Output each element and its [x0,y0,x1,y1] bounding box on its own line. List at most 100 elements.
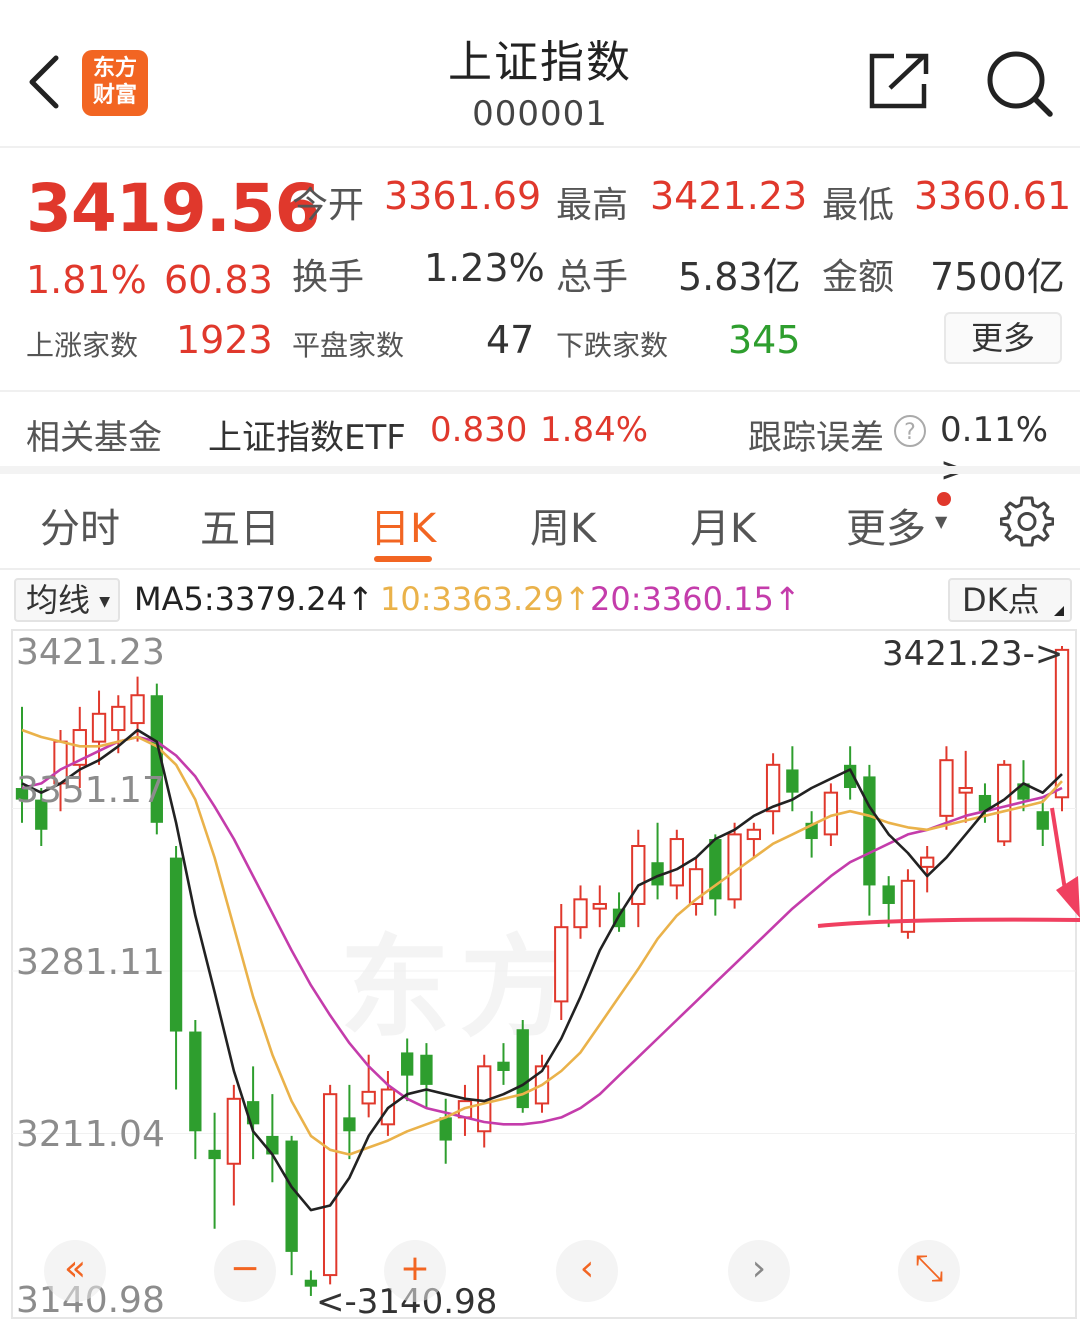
candle-down [266,1135,279,1155]
help-icon[interactable]: ? [893,414,927,448]
tab-monthly-k[interactable]: 月K [690,496,756,554]
high-annotation: 3421.23-> [882,634,1064,674]
active-tab-indicator [374,556,432,562]
scroll-right-button[interactable]: › [728,1240,790,1302]
dk-point-button[interactable]: DK点 [948,578,1072,622]
fund-change-percent: 1.84% [540,410,649,450]
candle-down [169,857,183,1032]
zoom-out-button[interactable]: − [214,1240,276,1302]
eastmoney-logo: 东方 财富 [82,50,148,116]
tab-intraday[interactable]: 分时 [40,496,120,554]
turnover-value: 1.23% [424,246,545,290]
back-arrow-icon[interactable] [22,52,70,112]
candle-down [401,1052,414,1076]
fullscreen-button[interactable]: ⤡ [898,1240,960,1302]
volume-label: 总手 [556,257,629,298]
candle-up [130,694,145,725]
advancers-label: 上涨家数 [26,329,139,362]
fund-price: 0.830 [430,410,528,450]
tab-daily-k[interactable]: 日K [370,496,436,554]
tab-five-day[interactable]: 五日 [200,496,280,554]
related-fund-label: 相关基金 [26,418,162,458]
tab-weekly-k[interactable]: 周K [530,496,596,554]
candle-up [91,712,107,743]
amount-label: 金额 [822,257,895,298]
high-label: 最高 [556,185,629,226]
search-icon[interactable] [984,48,1054,118]
change-amount: 60.83 [164,258,273,302]
amount-value: 7500亿 [930,255,1065,299]
candle-up [111,705,126,732]
candle-down [1036,811,1049,830]
tab-more[interactable]: 更多 [846,496,926,554]
unchanged-value: 47 [486,318,535,362]
candle-down [882,885,895,904]
y-tick-label: 3351.17 [16,770,165,811]
unchanged-label: 平盘家数 [292,329,405,362]
more-stats-button[interactable]: 更多 [944,312,1062,364]
support-line [817,917,1080,928]
candle-up [746,828,762,841]
candle-up [631,844,646,905]
open-value: 3361.69 [384,174,542,218]
stock-code: 000001 [472,94,608,134]
change-percent: 1.81% [26,258,147,302]
scroll-left-button[interactable]: ‹ [556,1240,618,1302]
candle-up [920,856,935,868]
open-label: 今开 [292,185,365,226]
candle-down [420,1054,433,1085]
candle-down [343,1117,356,1132]
tracking-error-label: 跟踪误差 [748,418,884,458]
quote-panel: 3419.56 1.81% 60.83 今开 3361.69 最高 3421.2… [0,150,1080,390]
moving-average-bar: 均线 ▼ MA5:3379.24↑ 10:3363.29↑ 20:3360.15↑… [0,572,1080,628]
chevron-down-icon: ▼ [935,512,948,531]
share-icon[interactable] [866,50,932,112]
candle-up [573,898,588,929]
y-tick-label: 3421.23 [16,632,165,673]
high-value: 3421.23 [650,174,808,218]
candle-down [189,1031,202,1132]
fund-name: 上证指数ETF [208,418,406,458]
decliners-value: 345 [728,318,801,362]
candle-down [285,1140,298,1252]
candle-up [669,838,684,887]
top-nav-bar: 东方 财富 上证指数 000001 [0,0,1080,148]
trend-arrow [1050,807,1068,897]
candlestick-chart[interactable]: 东方 3421.23 3351.17 3281.11 3211.04 3140.… [0,628,1080,1320]
candle-up [592,902,607,910]
candle-up [900,879,916,933]
turnover-label: 换手 [292,257,365,298]
page-title: 上证指数 [448,37,632,88]
candle-up [361,1090,376,1105]
advancers-value: 1923 [176,318,273,362]
candle-up [554,926,569,1003]
trend-arrowhead [1056,876,1080,918]
candle-down [208,1149,221,1160]
candle-down [709,839,722,900]
volume-value: 5.83亿 [678,255,801,299]
low-label: 最低 [822,185,895,226]
candle-up [939,759,954,817]
candle-down [863,776,876,886]
related-fund-row[interactable]: 相关基金 上证指数ETF 0.830 1.84% 跟踪误差 ? 0.11% > [0,390,1080,490]
decliners-label: 下跌家数 [556,329,669,362]
last-price: 3419.56 [26,170,321,247]
chevron-down-icon: ▼ [99,594,110,610]
ma20-value: 20:3360.15↑ [590,580,801,618]
candle-up [322,1093,338,1277]
candle-down [497,1061,510,1071]
ma5-value: MA5:3379.24↑ [134,580,374,618]
candle-down [786,769,799,793]
candle-down [439,1117,452,1141]
gear-icon[interactable] [1000,494,1054,548]
low-value: 3360.61 [914,174,1072,218]
candle-up [958,787,973,794]
y-tick-label: 3281.11 [16,942,165,983]
notification-dot [937,492,951,506]
svg-text:?: ? [904,420,916,445]
rewind-button[interactable]: « [44,1240,106,1302]
ma-type-select[interactable]: 均线 ▼ [14,578,120,622]
zoom-in-button[interactable]: + [384,1240,446,1302]
ma10-value: 10:3363.29↑ [380,580,591,618]
period-tabs: 分时 五日 日K 周K 月K 更多 ▼ [0,474,1080,570]
